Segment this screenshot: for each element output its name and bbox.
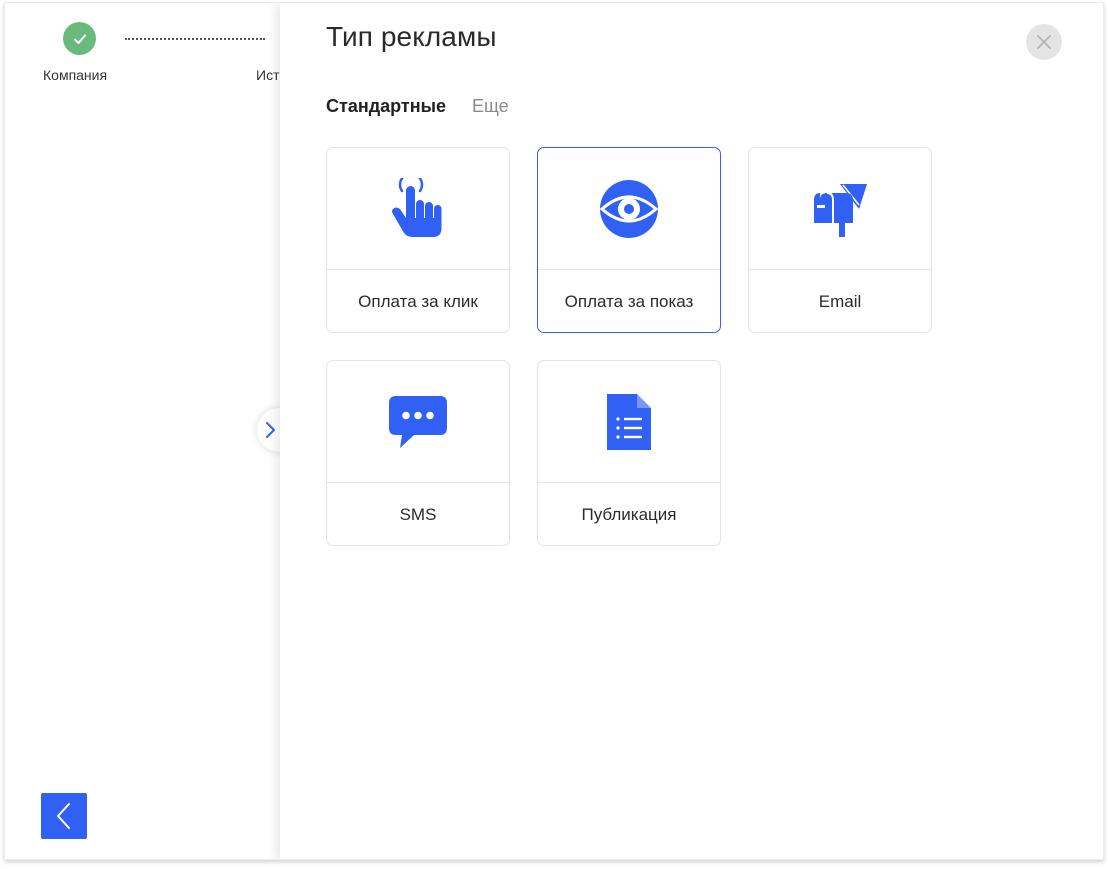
step-label-source: Ист <box>256 67 280 83</box>
drawer-title: Тип рекламы <box>326 21 497 52</box>
back-button[interactable] <box>41 793 87 839</box>
document-icon <box>607 393 651 450</box>
close-button[interactable] <box>1026 24 1062 60</box>
tab-more[interactable]: Еще <box>472 96 509 117</box>
eye-icon <box>599 179 659 238</box>
card-publication[interactable]: Публикация <box>537 360 721 546</box>
card-label: Оплата за показ <box>564 291 694 311</box>
tab-bar: Стандартные Еще <box>326 96 509 117</box>
check-icon <box>73 34 86 44</box>
step-connector <box>125 38 265 40</box>
card-sms[interactable]: SMS <box>326 360 510 546</box>
close-icon <box>1037 35 1051 49</box>
card-email[interactable]: Email <box>748 147 932 333</box>
pointer-hand-icon <box>392 177 442 237</box>
chevron-right-icon <box>266 422 275 438</box>
card-label: SMS <box>399 504 437 524</box>
tab-standard[interactable]: Стандартные <box>326 96 446 117</box>
card-label: Оплата за клик <box>358 291 478 311</box>
card-pay-per-click[interactable]: Оплата за клик <box>326 147 510 333</box>
chat-bubble-icon <box>389 395 447 448</box>
chevron-left-icon <box>57 803 70 829</box>
card-label: Публикация <box>581 504 677 524</box>
app-window: Компания Ист Тип рекламы Стандартные Еще <box>4 2 1104 860</box>
card-pay-per-impression[interactable]: Оплата за показ <box>537 147 721 333</box>
step-complete-indicator <box>63 22 96 55</box>
mailbox-paper-plane-icon <box>814 183 867 237</box>
step-label-company: Компания <box>43 67 108 83</box>
card-label: Email <box>818 291 862 311</box>
ad-type-drawer: Тип рекламы Стандартные Еще Оплата за кл… <box>280 3 1103 859</box>
